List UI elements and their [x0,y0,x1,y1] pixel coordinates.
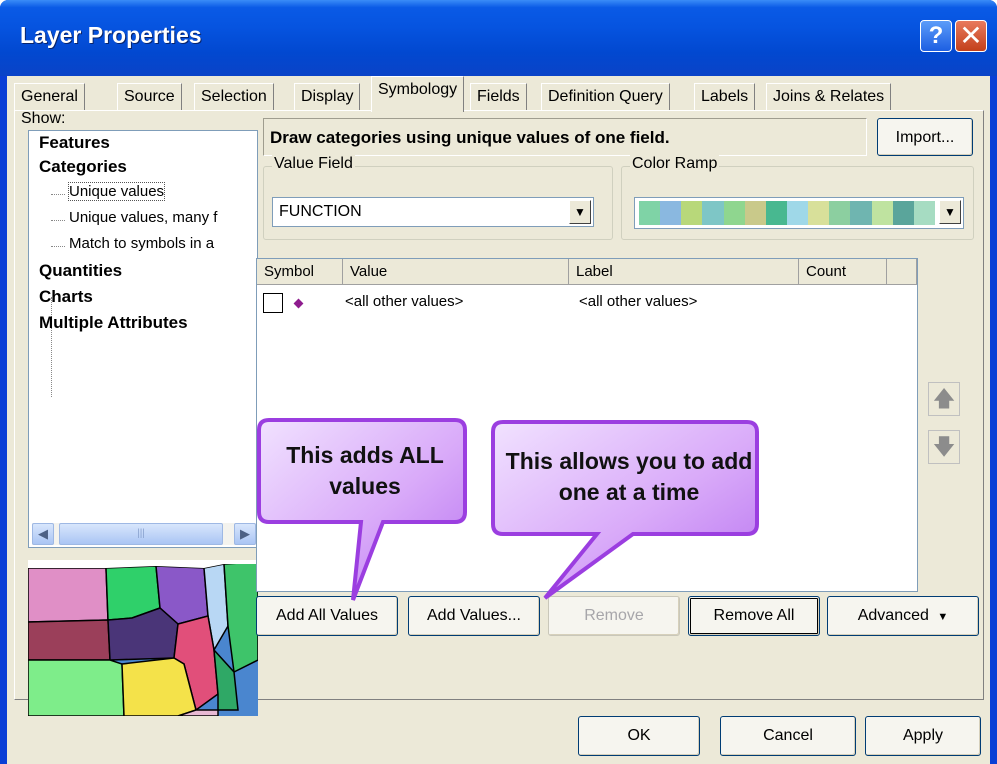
symbology-description: Draw categories using unique values of o… [263,118,867,156]
show-item-categories[interactable]: Categories [39,157,127,177]
tab-labels[interactable]: Labels [694,83,756,111]
dropdown-arrow-icon[interactable]: ▼ [939,200,961,224]
ramp-color-swatch [786,201,809,225]
show-list[interactable]: Features Categories Unique values Unique va… [28,130,258,548]
ramp-color-swatch [681,201,703,225]
show-item-label: Categories [39,157,127,176]
callout-right-text: This allows you to add one at a time [505,448,753,505]
color-ramp-title: Color Ramp [630,155,720,173]
cancel-button[interactable]: Cancel [720,716,856,756]
show-item-unique-values-many-f[interactable]: Unique values, many f [51,209,217,226]
horizontal-scrollbar[interactable]: ◀ ||| ▶ [32,523,256,545]
ramp-color-swatch [723,201,745,225]
move-up-icon[interactable]: 🡅 [928,382,960,416]
show-item-charts[interactable]: Charts [39,287,93,307]
close-button[interactable]: ✕ [955,20,987,52]
tab-strip: General Source Selection Display Symbology Fi… [14,76,904,112]
column-spacer [887,259,917,285]
column-label[interactable]: Label [569,259,799,285]
title-bar[interactable]: Layer Properties ? ✕ [0,0,997,76]
move-down-icon[interactable]: 🡇 [928,430,960,464]
color-ramp-select[interactable]: ▼ [634,197,964,229]
scroll-right-icon[interactable]: ▶ [234,523,256,545]
point-symbol-icon[interactable] [293,298,304,309]
value-field-title: Value Field [272,155,355,173]
callout-left-text: This adds ALL values [286,442,444,499]
row-value: <all other values> [345,293,464,310]
show-item-label: Match to symbols in a [69,235,215,252]
tab-symbology[interactable]: Symbology [371,76,465,112]
show-item-label: Quantities [39,261,123,280]
ramp-color-swatch [829,201,851,225]
ramp-color-swatch [892,201,914,225]
ramp-color-swatch [744,201,766,225]
tab-general[interactable]: General [14,83,85,111]
tab-joins-relates[interactable]: Joins & Relates [766,83,892,111]
advanced-label: Advanced [857,607,929,624]
table-row[interactable]: <all other values> <all other values> [257,291,917,317]
advanced-button[interactable]: Advanced ▼ [827,596,979,636]
help-button[interactable]: ? [920,20,952,52]
dropdown-caret-icon: ▼ [937,611,949,623]
ramp-color-swatch [871,201,893,225]
ramp-color-swatch [850,201,872,225]
symbol-checkbox[interactable] [263,293,283,313]
column-value[interactable]: Value [343,259,569,285]
ramp-color-swatch [808,201,830,225]
layer-properties-window: Layer Properties ? ✕ General Source Select… [0,0,997,764]
import-button[interactable]: Import... [877,118,973,156]
scroll-left-icon[interactable]: ◀ [32,523,54,545]
tab-fields[interactable]: Fields [470,83,527,111]
ramp-color-swatch [702,201,724,225]
show-item-label: Features [39,133,110,152]
ramp-color-swatch [913,201,935,225]
scroll-thumb[interactable]: ||| [59,523,223,545]
column-count[interactable]: Count [799,259,887,285]
column-symbol[interactable]: Symbol [257,259,343,285]
color-ramp-group: Color Ramp ▼ [621,155,974,240]
show-item-multiple-attributes[interactable]: Multiple Attributes [39,313,188,333]
show-item-features[interactable]: Features [39,133,110,153]
tab-definition-query[interactable]: Definition Query [541,83,670,111]
tab-selection[interactable]: Selection [194,83,274,111]
show-item-match-to-symbols-in-a[interactable]: Match to symbols in a [51,235,214,252]
show-item-label: Unique values [67,182,166,201]
show-item-unique-values[interactable]: Unique values [51,182,166,201]
show-item-label: Unique values, many f [69,209,218,226]
row-label: <all other values> [579,293,698,310]
ramp-color-swatch [765,201,787,225]
dropdown-arrow-icon[interactable]: ▼ [569,200,591,224]
show-item-label: Multiple Attributes [39,313,188,332]
window-title: Layer Properties [20,22,202,48]
show-item-quantities[interactable]: Quantities [39,261,122,281]
dialog-client-area: General Source Selection Display Symbology Fi… [7,76,990,764]
color-ramp-swatch [639,201,935,225]
tree-connector [51,297,52,397]
show-label: Show: [21,110,66,127]
map-preview-image [28,560,258,716]
value-field-value: FUNCTION [279,203,362,220]
ok-button[interactable]: OK [578,716,700,756]
tab-display[interactable]: Display [294,83,361,111]
show-item-label: Charts [39,287,93,306]
table-header: Symbol Value Label Count [257,259,917,285]
tab-source[interactable]: Source [117,83,182,111]
ramp-color-swatch [660,201,682,225]
apply-button[interactable]: Apply [865,716,981,756]
value-field-select[interactable]: FUNCTION ▼ [272,197,594,227]
value-field-group: Value Field FUNCTION ▼ [263,155,613,240]
ramp-color-swatch [639,201,661,225]
